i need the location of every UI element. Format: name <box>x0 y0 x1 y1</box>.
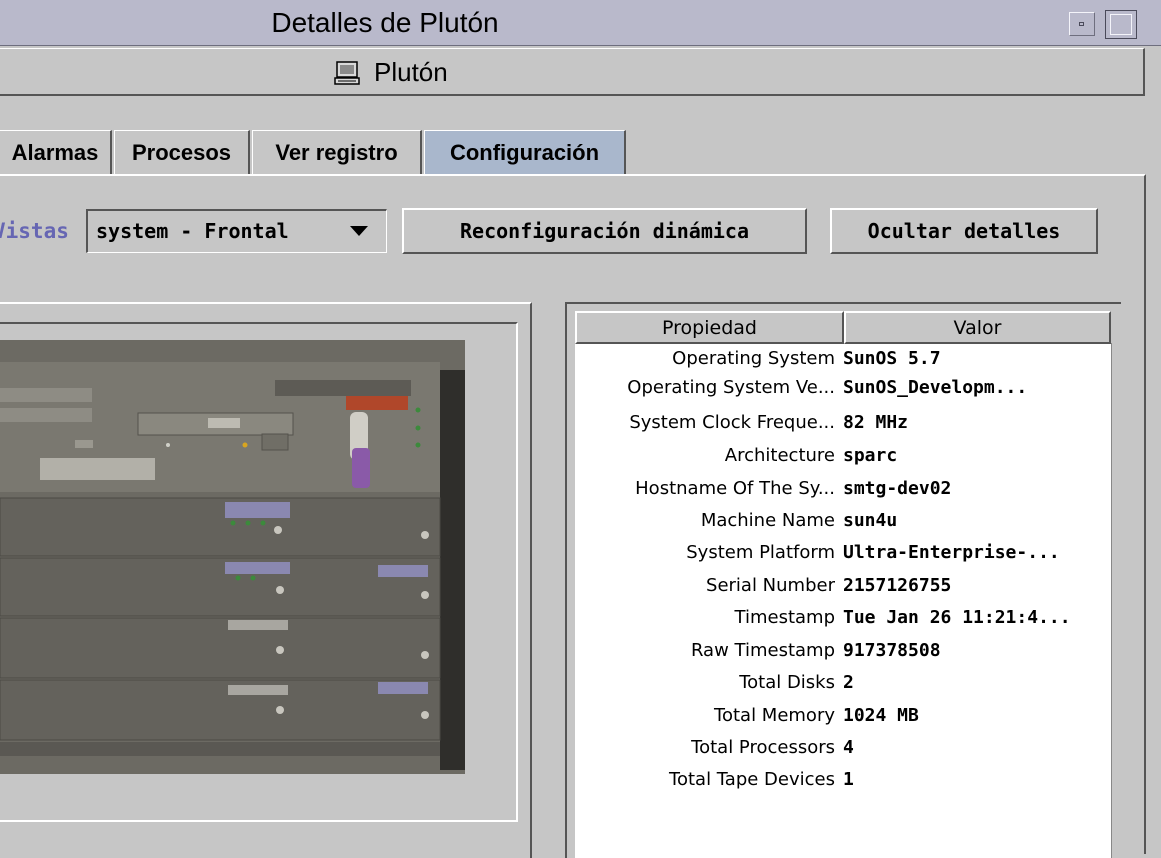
hide-details-button[interactable]: Ocultar detalles <box>830 208 1098 254</box>
table-row[interactable]: Operating System Ve... SunOS_Developm... <box>575 373 1111 402</box>
table-row[interactable]: Hostname Of The Sy... smtg-dev02 <box>575 474 1111 503</box>
property-cell: Total Processors <box>691 737 835 758</box>
minimize-button[interactable] <box>1069 12 1095 36</box>
value-cell: sparc <box>843 445 898 466</box>
table-row[interactable]: Total Disks 2 <box>575 668 1111 697</box>
property-cell: Architecture <box>724 445 835 466</box>
value-cell: Ultra-Enterprise-... <box>843 542 1060 563</box>
table-row[interactable]: Timestamp Tue Jan 26 11:21:4... <box>575 603 1111 632</box>
table-row[interactable]: Total Memory 1024 MB <box>575 701 1111 730</box>
value-cell: SunOS_Developm... <box>843 377 1028 398</box>
chevron-down-icon <box>350 226 368 236</box>
tab-alarmas[interactable]: Alarmas <box>0 130 112 174</box>
property-cell: Timestamp <box>734 607 835 628</box>
table-row[interactable]: Machine Name sun4u <box>575 506 1111 535</box>
table-row[interactable]: System Platform Ultra-Enterprise-... <box>575 538 1111 567</box>
server-front-panel-image[interactable] <box>0 340 465 774</box>
maximize-icon <box>1110 14 1132 35</box>
property-cell: Raw Timestamp <box>690 640 835 661</box>
table-row[interactable]: System Clock Freque... 82 MHz <box>575 408 1111 437</box>
window-title-bar[interactable]: Detalles de Plutón <box>0 0 1161 46</box>
tab-procesos[interactable]: Procesos <box>114 130 250 174</box>
table-row[interactable]: Serial Number 2157126755 <box>575 571 1111 600</box>
column-header-value[interactable]: Valor <box>844 311 1111 344</box>
value-cell: 4 <box>843 737 854 758</box>
table-row[interactable]: Total Tape Devices 1 <box>575 765 1111 794</box>
value-cell: 1024 MB <box>843 705 919 726</box>
property-cell: Serial Number <box>706 575 835 596</box>
value-cell: 2157126755 <box>843 575 952 596</box>
value-cell: 1 <box>843 769 854 790</box>
tab-configuracion[interactable]: Configuración <box>424 130 626 174</box>
property-cell: Operating System <box>672 348 835 369</box>
property-cell: Total Tape Devices <box>669 769 835 790</box>
property-cell: Machine Name <box>700 510 835 531</box>
value-cell: 917378508 <box>843 640 941 661</box>
table-row[interactable]: Total Processors 4 <box>575 733 1111 762</box>
value-cell: SunOS 5.7 <box>843 348 941 369</box>
value-cell: 82 MHz <box>843 412 909 433</box>
views-dropdown[interactable]: system - Frontal <box>86 209 387 253</box>
table-row[interactable]: Operating System SunOS 5.7 <box>575 344 1111 373</box>
maximize-button[interactable] <box>1105 10 1137 39</box>
window-title: Detalles de Plutón <box>271 7 499 38</box>
value-cell: Tue Jan 26 11:21:4... <box>843 607 1071 628</box>
views-selected-value: system - Frontal <box>96 219 289 243</box>
table-row[interactable]: Architecture sparc <box>575 441 1111 470</box>
property-cell: Hostname Of The Sy... <box>635 478 835 499</box>
views-label: Vistas <box>0 219 69 243</box>
property-cell: System Platform <box>686 542 835 563</box>
property-cell: Operating System Ve... <box>627 377 835 398</box>
computer-icon <box>334 61 360 85</box>
value-cell: 2 <box>843 672 854 693</box>
minimize-icon <box>1079 22 1084 26</box>
property-cell: System Clock Freque... <box>629 412 835 433</box>
value-cell: smtg-dev02 <box>843 478 952 499</box>
property-cell: Total Memory <box>714 705 835 726</box>
tab-ver-registro[interactable]: Ver registro <box>252 130 422 174</box>
host-header: Plutón <box>0 48 1145 96</box>
property-cell: Total Disks <box>739 672 835 693</box>
host-name: Plutón <box>374 57 448 87</box>
column-header-property[interactable]: Propiedad <box>575 311 844 344</box>
value-cell: sun4u <box>843 510 898 531</box>
dynamic-reconfiguration-button[interactable]: Reconfiguración dinámica <box>402 208 807 254</box>
table-row[interactable]: Raw Timestamp 917378508 <box>575 636 1111 665</box>
